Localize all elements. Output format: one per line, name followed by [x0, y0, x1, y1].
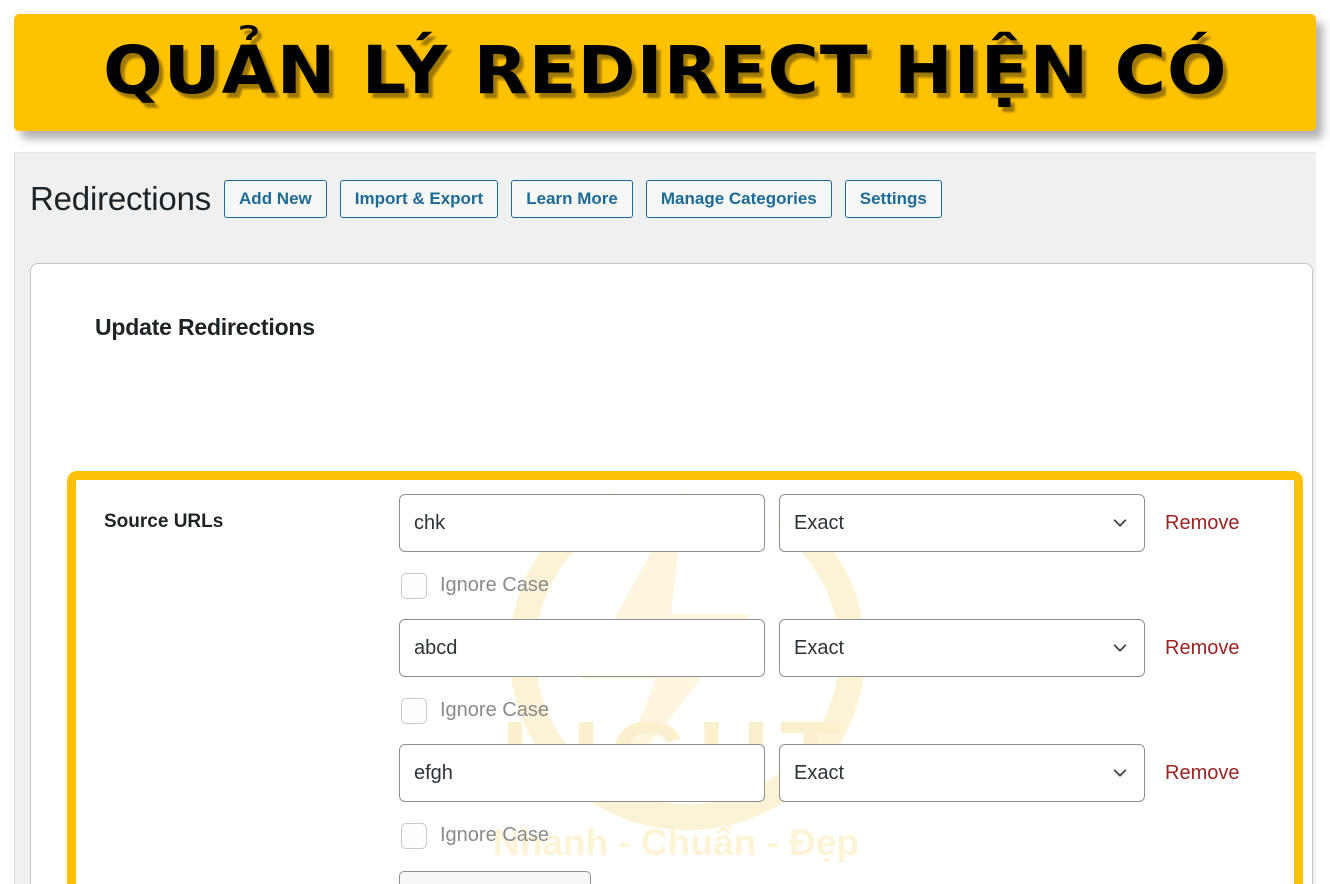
ignore-case-row: Ignore Case	[399, 804, 1279, 867]
match-type-select-wrapper[interactable]: Exact	[779, 494, 1145, 552]
ignore-case-checkbox[interactable]	[401, 697, 427, 724]
learn-more-button[interactable]: Learn More	[511, 180, 633, 218]
source-urls-highlight-box: Source URLs Exact Remove Ignore Case	[67, 471, 1303, 884]
match-type-select[interactable]: Exact	[779, 619, 1145, 677]
ignore-case-label: Ignore Case	[440, 574, 549, 596]
ignore-case-checkbox[interactable]	[401, 822, 427, 849]
source-url-row: Exact Remove	[399, 617, 1279, 679]
source-url-input[interactable]	[399, 619, 765, 677]
match-type-select[interactable]: Exact	[779, 494, 1145, 552]
remove-link[interactable]: Remove	[1165, 762, 1239, 785]
banner-title: QUẢN LÝ REDIRECT HIỆN CÓ	[102, 31, 1228, 109]
source-url-input[interactable]	[399, 494, 765, 552]
add-new-button[interactable]: Add New	[224, 180, 327, 218]
admin-page: Redirections Add New Import & Export Lea…	[14, 152, 1316, 884]
ignore-case-label: Ignore Case	[440, 824, 549, 846]
source-url-rows: Exact Remove Ignore Case Exact	[399, 492, 1279, 884]
page-header: Redirections Add New Import & Export Lea…	[30, 180, 942, 218]
ignore-case-row: Ignore Case	[399, 679, 1279, 742]
settings-button[interactable]: Settings	[844, 180, 942, 218]
banner-background: QUẢN LÝ REDIRECT HIỆN CÓ	[14, 14, 1316, 131]
page-title: Redirections	[30, 179, 212, 217]
source-url-input[interactable]	[399, 744, 765, 802]
ignore-case-label: Ignore Case	[440, 699, 549, 721]
match-type-select-wrapper[interactable]: Exact	[779, 619, 1145, 677]
source-url-row: Exact Remove	[399, 492, 1279, 554]
title-banner: QUẢN LÝ REDIRECT HIỆN CÓ	[14, 14, 1316, 131]
update-redirections-card: LIGHT Nhanh - Chuẩn - Đẹp Update Redirec…	[30, 263, 1313, 884]
remove-link[interactable]: Remove	[1165, 512, 1239, 535]
source-urls-label: Source URLs	[104, 511, 224, 532]
remove-link[interactable]: Remove	[1165, 637, 1239, 660]
match-type-select[interactable]: Exact	[779, 744, 1145, 802]
source-url-row: Exact Remove	[399, 742, 1279, 804]
card-title: Update Redirections	[95, 314, 315, 340]
ignore-case-checkbox[interactable]	[401, 572, 427, 599]
match-type-select-wrapper[interactable]: Exact	[779, 744, 1145, 802]
manage-categories-button[interactable]: Manage Categories	[645, 180, 832, 218]
ignore-case-row: Ignore Case	[399, 554, 1279, 617]
import-export-button[interactable]: Import & Export	[339, 180, 499, 218]
add-another-button[interactable]: Add another	[399, 871, 591, 884]
